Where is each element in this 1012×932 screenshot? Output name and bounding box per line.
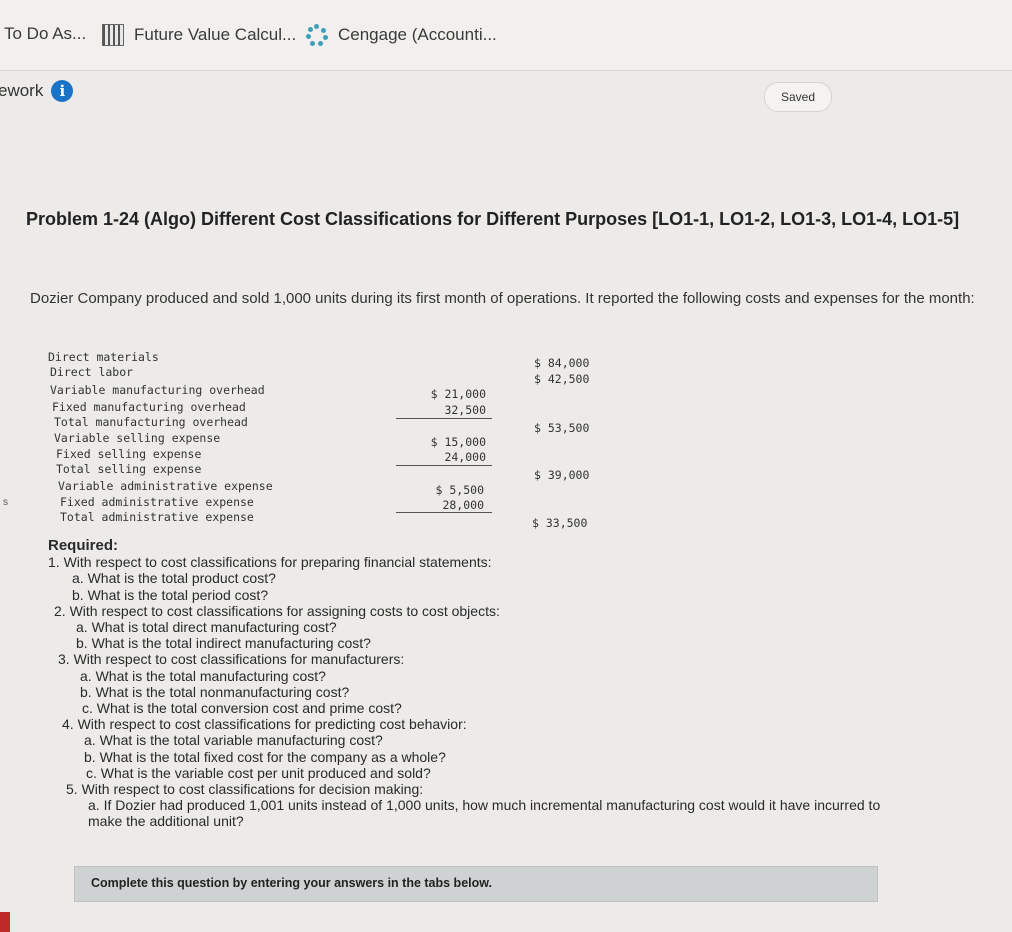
subtotal-rule xyxy=(396,465,492,466)
required-heading: Required: xyxy=(48,537,119,554)
table-value: $ 53,500 xyxy=(534,421,590,435)
bookmark-cengage[interactable]: Cengage (Accounti... xyxy=(306,24,497,46)
question-line: a. What is the total product cost? xyxy=(72,570,276,587)
calculator-icon xyxy=(102,24,124,46)
table-row-label: Total selling expense xyxy=(56,462,202,476)
required-section: Required: 1. With respect to cost classi… xyxy=(48,537,948,830)
bookmark-future-value[interactable]: Future Value Calcul... xyxy=(102,24,296,46)
table-value: $ 21,000 xyxy=(430,387,486,401)
instruction-bar: Complete this question by entering your … xyxy=(74,866,878,902)
question-line: b. What is the total nonmanufacturing co… xyxy=(80,683,350,700)
table-value: $ 42,500 xyxy=(534,372,590,386)
table-row-label: Variable administrative expense xyxy=(58,479,273,493)
problem-title: Problem 1-24 (Algo) Different Cost Class… xyxy=(26,209,960,229)
bookmark-todo[interactable]: To Do As... xyxy=(4,24,86,44)
question-line: a. If Dozier had produced 1,001 units in… xyxy=(88,797,881,814)
table-value: $ 39,000 xyxy=(534,468,590,482)
table-row-label: Fixed manufacturing overhead xyxy=(52,400,246,414)
bookmark-label: To Do As... xyxy=(4,24,87,43)
table-value: $ 15,000 xyxy=(430,435,486,449)
table-row-label: Direct materials xyxy=(48,350,159,364)
table-row-label: Variable selling expense xyxy=(54,431,221,445)
question-line: c. What is the variable cost per unit pr… xyxy=(86,764,431,781)
bookmarks-bar: To Do As... Future Value Calcul... Cenga… xyxy=(0,0,1012,71)
question-line: c. What is the total conversion cost and… xyxy=(82,700,402,717)
spinner-icon xyxy=(306,24,328,46)
question-line: a. What is the total manufacturing cost? xyxy=(80,667,326,684)
question-line: make the additional unit? xyxy=(88,813,244,830)
bookmark-label: Future Value Calcul... xyxy=(134,25,297,44)
table-value: 24,000 xyxy=(444,450,486,464)
red-tab-marker xyxy=(0,912,10,932)
question-line: b. What is the total period cost? xyxy=(72,586,269,603)
info-icon[interactable]: i xyxy=(51,80,74,102)
problem-intro: Dozier Company produced and sold 1,000 u… xyxy=(30,290,975,307)
question-line: a. What is the total variable manufactur… xyxy=(84,732,383,749)
assignment-header: ework i Saved xyxy=(0,72,1012,132)
table-row-label: Direct labor xyxy=(50,365,134,379)
subtotal-rule xyxy=(396,512,492,513)
table-row-label: Fixed selling expense xyxy=(56,447,202,461)
work-title: ework i xyxy=(0,80,74,102)
instruction-text: Complete this question by entering your … xyxy=(91,876,492,890)
side-mark: s xyxy=(3,497,8,508)
table-value: 32,500 xyxy=(444,403,486,417)
table-value: 28,000 xyxy=(442,498,484,512)
question-line: a. What is total direct manufacturing co… xyxy=(76,619,337,636)
question-line: 1. With respect to cost classifications … xyxy=(48,554,492,571)
question-line: 4. With respect to cost classifications … xyxy=(62,716,467,733)
cost-table: Direct materials Direct labor Variable m… xyxy=(48,350,648,540)
subtotal-rule xyxy=(396,418,492,419)
question-line: b. What is the total fixed cost for the … xyxy=(84,748,446,765)
bookmark-label: Cengage (Accounti... xyxy=(338,25,497,44)
table-row-label: Total administrative expense xyxy=(60,510,254,524)
table-value: $ 33,500 xyxy=(532,516,588,530)
question-line: 2. With respect to cost classifications … xyxy=(54,602,500,619)
table-row-label: Total manufacturing overhead xyxy=(54,415,248,429)
table-value: $ 5,500 xyxy=(435,483,484,497)
saved-badge: Saved xyxy=(764,82,832,112)
table-value: $ 84,000 xyxy=(534,356,590,370)
table-row-label: Fixed administrative expense xyxy=(60,495,254,509)
question-line: b. What is the total indirect manufactur… xyxy=(76,635,371,652)
question-line: 3. With respect to cost classifications … xyxy=(58,651,405,668)
table-row-label: Variable manufacturing overhead xyxy=(50,383,265,397)
work-label: ework xyxy=(0,81,44,100)
question-line: 5. With respect to cost classifications … xyxy=(66,781,424,798)
